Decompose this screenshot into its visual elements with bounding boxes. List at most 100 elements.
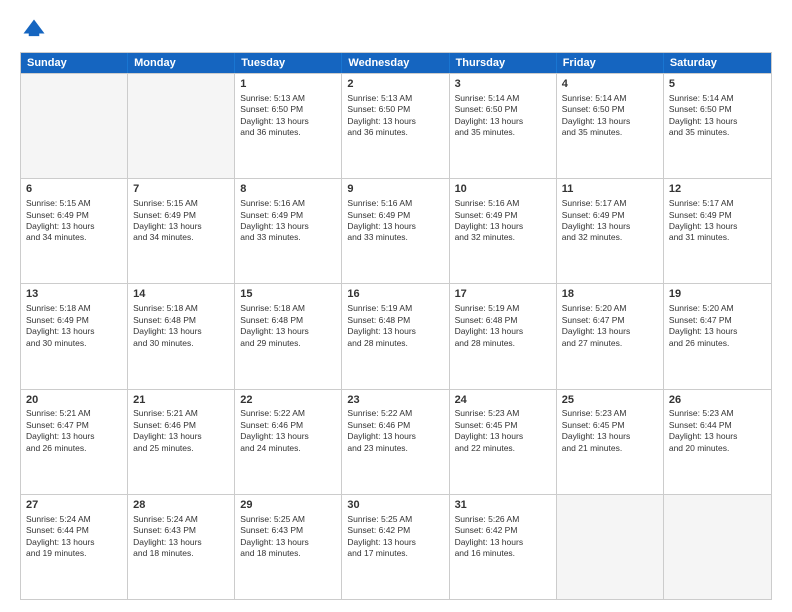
cell-info: Sunrise: 5:25 AMSunset: 6:43 PMDaylight:… <box>240 514 336 560</box>
day-number: 24 <box>455 393 551 408</box>
day-cell-4: 4Sunrise: 5:14 AMSunset: 6:50 PMDaylight… <box>557 74 664 178</box>
day-number: 16 <box>347 287 443 302</box>
cell-info: Sunrise: 5:18 AMSunset: 6:48 PMDaylight:… <box>240 303 336 349</box>
header-day-sunday: Sunday <box>21 53 128 73</box>
day-number: 9 <box>347 182 443 197</box>
cell-info: Sunrise: 5:14 AMSunset: 6:50 PMDaylight:… <box>669 93 766 139</box>
calendar-body: 1Sunrise: 5:13 AMSunset: 6:50 PMDaylight… <box>21 73 771 599</box>
day-number: 8 <box>240 182 336 197</box>
day-cell-23: 23Sunrise: 5:22 AMSunset: 6:46 PMDayligh… <box>342 390 449 494</box>
day-cell-13: 13Sunrise: 5:18 AMSunset: 6:49 PMDayligh… <box>21 284 128 388</box>
day-number: 5 <box>669 77 766 92</box>
day-cell-30: 30Sunrise: 5:25 AMSunset: 6:42 PMDayligh… <box>342 495 449 599</box>
cell-info: Sunrise: 5:21 AMSunset: 6:47 PMDaylight:… <box>26 408 122 454</box>
cell-info: Sunrise: 5:17 AMSunset: 6:49 PMDaylight:… <box>562 198 658 244</box>
cell-info: Sunrise: 5:20 AMSunset: 6:47 PMDaylight:… <box>669 303 766 349</box>
day-cell-6: 6Sunrise: 5:15 AMSunset: 6:49 PMDaylight… <box>21 179 128 283</box>
cell-info: Sunrise: 5:25 AMSunset: 6:42 PMDaylight:… <box>347 514 443 560</box>
cell-info: Sunrise: 5:18 AMSunset: 6:48 PMDaylight:… <box>133 303 229 349</box>
header-day-monday: Monday <box>128 53 235 73</box>
day-cell-16: 16Sunrise: 5:19 AMSunset: 6:48 PMDayligh… <box>342 284 449 388</box>
day-cell-2: 2Sunrise: 5:13 AMSunset: 6:50 PMDaylight… <box>342 74 449 178</box>
day-cell-22: 22Sunrise: 5:22 AMSunset: 6:46 PMDayligh… <box>235 390 342 494</box>
day-cell-15: 15Sunrise: 5:18 AMSunset: 6:48 PMDayligh… <box>235 284 342 388</box>
day-cell-18: 18Sunrise: 5:20 AMSunset: 6:47 PMDayligh… <box>557 284 664 388</box>
day-number: 3 <box>455 77 551 92</box>
calendar-row-0: 1Sunrise: 5:13 AMSunset: 6:50 PMDaylight… <box>21 73 771 178</box>
day-cell-26: 26Sunrise: 5:23 AMSunset: 6:44 PMDayligh… <box>664 390 771 494</box>
cell-info: Sunrise: 5:20 AMSunset: 6:47 PMDaylight:… <box>562 303 658 349</box>
day-cell-29: 29Sunrise: 5:25 AMSunset: 6:43 PMDayligh… <box>235 495 342 599</box>
logo <box>20 16 52 44</box>
day-number: 12 <box>669 182 766 197</box>
cell-info: Sunrise: 5:16 AMSunset: 6:49 PMDaylight:… <box>240 198 336 244</box>
cell-info: Sunrise: 5:24 AMSunset: 6:44 PMDaylight:… <box>26 514 122 560</box>
cell-info: Sunrise: 5:22 AMSunset: 6:46 PMDaylight:… <box>347 408 443 454</box>
day-cell-27: 27Sunrise: 5:24 AMSunset: 6:44 PMDayligh… <box>21 495 128 599</box>
day-number: 7 <box>133 182 229 197</box>
header-day-wednesday: Wednesday <box>342 53 449 73</box>
cell-info: Sunrise: 5:23 AMSunset: 6:45 PMDaylight:… <box>562 408 658 454</box>
cell-info: Sunrise: 5:19 AMSunset: 6:48 PMDaylight:… <box>455 303 551 349</box>
day-number: 20 <box>26 393 122 408</box>
day-number: 1 <box>240 77 336 92</box>
calendar-row-1: 6 Sunrise: 5:15 AMSunset: 6:49 PMDaylight… <box>21 178 771 283</box>
cell-info: Sunrise: 5:14 AMSunset: 6:50 PMDaylight:… <box>455 93 551 139</box>
day-number: 21 <box>133 393 229 408</box>
header <box>20 16 772 44</box>
empty-cell <box>128 74 235 178</box>
day-cell-21: 21Sunrise: 5:21 AMSunset: 6:46 PMDayligh… <box>128 390 235 494</box>
calendar-header: SundayMondayTuesdayWednesdayThursdayFrid… <box>21 53 771 73</box>
day-cell-5: 5Sunrise: 5:14 AMSunset: 6:50 PMDaylight… <box>664 74 771 178</box>
header-day-thursday: Thursday <box>450 53 557 73</box>
cell-info: Sunrise: 5:24 AMSunset: 6:43 PMDaylight:… <box>133 514 229 560</box>
cell-info: Sunrise: 5:16 AMSunset: 6:49 PMDaylight:… <box>347 198 443 244</box>
day-number: 23 <box>347 393 443 408</box>
page: SundayMondayTuesdayWednesdayThursdayFrid… <box>0 0 792 612</box>
cell-info: Sunrise: 5:26 AMSunset: 6:42 PMDaylight:… <box>455 514 551 560</box>
cell-info: Sunrise: 5:21 AMSunset: 6:46 PMDaylight:… <box>133 408 229 454</box>
day-cell-8: 8Sunrise: 5:16 AMSunset: 6:49 PMDaylight… <box>235 179 342 283</box>
cell-info: Sunrise: 5:23 AMSunset: 6:45 PMDaylight:… <box>455 408 551 454</box>
day-number: 25 <box>562 393 658 408</box>
empty-cell <box>557 495 664 599</box>
day-number: 26 <box>669 393 766 408</box>
day-number: 29 <box>240 498 336 513</box>
day-cell-9: 9Sunrise: 5:16 AMSunset: 6:49 PMDaylight… <box>342 179 449 283</box>
day-cell-19: 19Sunrise: 5:20 AMSunset: 6:47 PMDayligh… <box>664 284 771 388</box>
header-day-tuesday: Tuesday <box>235 53 342 73</box>
day-number: 27 <box>26 498 122 513</box>
day-number: 6 <box>26 182 122 197</box>
day-number: 28 <box>133 498 229 513</box>
day-number: 30 <box>347 498 443 513</box>
day-cell-1: 1Sunrise: 5:13 AMSunset: 6:50 PMDaylight… <box>235 74 342 178</box>
cell-info: Sunrise: 5:22 AMSunset: 6:46 PMDaylight:… <box>240 408 336 454</box>
cell-info: Sunrise: 5:13 AMSunset: 6:50 PMDaylight:… <box>240 93 336 139</box>
day-cell-20: 20Sunrise: 5:21 AMSunset: 6:47 PMDayligh… <box>21 390 128 494</box>
day-number: 22 <box>240 393 336 408</box>
calendar: SundayMondayTuesdayWednesdayThursdayFrid… <box>20 52 772 600</box>
day-cell-7: 7Sunrise: 5:15 AMSunset: 6:49 PMDaylight… <box>128 179 235 283</box>
day-cell-10: 10Sunrise: 5:16 AMSunset: 6:49 PMDayligh… <box>450 179 557 283</box>
cell-info: Sunrise: 5:15 AMSunset: 6:49 PMDaylight:… <box>133 198 229 244</box>
cell-info: Sunrise: 5:23 AMSunset: 6:44 PMDaylight:… <box>669 408 766 454</box>
header-day-saturday: Saturday <box>664 53 771 73</box>
day-number: 31 <box>455 498 551 513</box>
calendar-row-3: 20Sunrise: 5:21 AMSunset: 6:47 PMDayligh… <box>21 389 771 494</box>
empty-cell <box>21 74 128 178</box>
cell-info: Sunrise: 5:16 AMSunset: 6:49 PMDaylight:… <box>455 198 551 244</box>
empty-cell <box>664 495 771 599</box>
day-number: 10 <box>455 182 551 197</box>
day-cell-28: 28Sunrise: 5:24 AMSunset: 6:43 PMDayligh… <box>128 495 235 599</box>
day-cell-14: 14Sunrise: 5:18 AMSunset: 6:48 PMDayligh… <box>128 284 235 388</box>
day-cell-31: 31Sunrise: 5:26 AMSunset: 6:42 PMDayligh… <box>450 495 557 599</box>
day-number: 14 <box>133 287 229 302</box>
logo-icon <box>20 16 48 44</box>
day-number: 11 <box>562 182 658 197</box>
day-cell-3: 3Sunrise: 5:14 AMSunset: 6:50 PMDaylight… <box>450 74 557 178</box>
header-day-friday: Friday <box>557 53 664 73</box>
day-cell-24: 24Sunrise: 5:23 AMSunset: 6:45 PMDayligh… <box>450 390 557 494</box>
cell-info: Sunrise: 5:14 AMSunset: 6:50 PMDaylight:… <box>562 93 658 139</box>
cell-info: Sunrise: 5:17 AMSunset: 6:49 PMDaylight:… <box>669 198 766 244</box>
day-cell-25: 25Sunrise: 5:23 AMSunset: 6:45 PMDayligh… <box>557 390 664 494</box>
